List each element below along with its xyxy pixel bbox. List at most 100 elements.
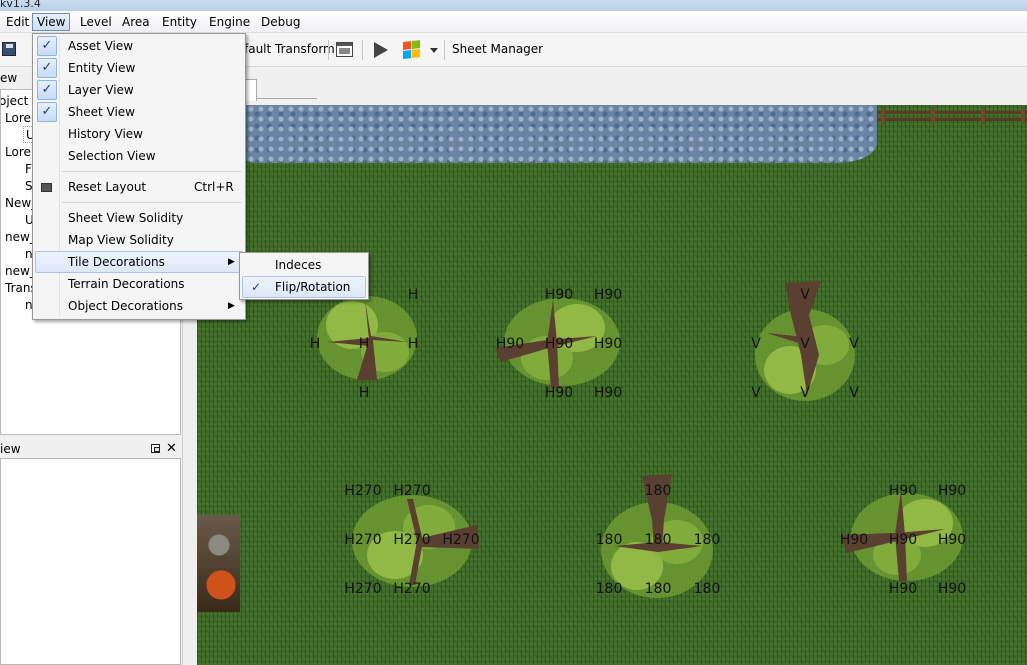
tile-decoration-label: V: [849, 385, 859, 401]
view-menu: ✓ Asset View ✓ Entity View ✓ Layer View …: [32, 33, 246, 320]
tile-decoration-label: V: [751, 336, 761, 352]
menu-item-label: Terrain Decorations: [68, 277, 185, 291]
menu-item-terrain-decorations[interactable]: Terrain Decorations: [35, 273, 243, 295]
menu-item-entity-view[interactable]: ✓ Entity View: [35, 57, 243, 79]
menubar: Edit View Level Area Entity Engine Debug: [0, 11, 1027, 33]
tile-decoration-label: H: [407, 287, 419, 303]
check-icon: ✓: [37, 58, 57, 78]
menu-entity[interactable]: Entity: [158, 13, 201, 31]
tile-decoration-label: H: [407, 336, 419, 352]
tile-decoration-label: V: [800, 385, 810, 401]
menu-area[interactable]: Area: [118, 13, 154, 31]
menu-engine[interactable]: Engine: [205, 13, 254, 31]
menu-edit[interactable]: Edit: [2, 13, 33, 31]
tile-decoration-label: H: [309, 336, 321, 352]
windows-logo-icon[interactable]: [403, 40, 421, 60]
window-icon[interactable]: [336, 42, 353, 57]
menu-item-history-view[interactable]: History View: [35, 123, 243, 145]
menu-item-label: Indeces: [275, 258, 322, 272]
reset-layout-icon: [41, 183, 52, 192]
toolbar-separator: [444, 40, 445, 60]
menu-item-object-decorations[interactable]: Object Decorations ▶: [35, 295, 243, 317]
menu-separator: [62, 202, 242, 203]
character-sprite: [197, 515, 240, 612]
menu-item-tile-decorations[interactable]: Tile Decorations ▶: [35, 251, 243, 273]
check-icon: ✓: [37, 80, 57, 100]
window-title: kv1.3.4: [0, 0, 41, 10]
tab-underline: [257, 98, 317, 99]
menu-item-reset-layout[interactable]: Reset Layout Ctrl+R: [35, 176, 243, 198]
tab-row: [183, 67, 1027, 105]
tile-decoration-label: H270: [344, 483, 382, 499]
menu-item-label: Object Decorations: [68, 299, 183, 313]
tile-decoration-label: 180: [693, 532, 721, 548]
tile-decoration-label: H90: [544, 287, 574, 303]
menu-debug[interactable]: Debug: [257, 13, 304, 31]
submenu-item-flip-rotation[interactable]: ✓ Flip/Rotation: [242, 276, 366, 298]
tree-item[interactable]: oject: [1, 93, 28, 109]
menu-item-label: Flip/Rotation: [275, 280, 351, 294]
tile-decoration-label: H: [358, 385, 370, 401]
menu-item-selection-view[interactable]: Selection View: [35, 145, 243, 167]
close-icon[interactable]: ✕: [166, 440, 177, 458]
water-tiles: [237, 105, 877, 163]
menu-item-label: Reset Layout: [68, 180, 147, 194]
tile-decoration-label: 180: [595, 581, 623, 597]
bottom-panel-title: iew: [0, 442, 21, 456]
tile-decoration-label: 180: [693, 581, 721, 597]
tile-decoration-label: H90: [544, 385, 574, 401]
tile-decoration-label: H270: [393, 483, 431, 499]
tile-decoration-label: H90: [888, 483, 918, 499]
menu-item-label: Sheet View Solidity: [68, 211, 184, 225]
fence: [877, 108, 1027, 124]
menu-view[interactable]: View: [32, 13, 71, 31]
play-icon[interactable]: [374, 42, 388, 58]
menu-separator: [62, 171, 242, 172]
sheet-manager-button[interactable]: Sheet Manager: [452, 40, 543, 58]
tile-decoration-label: V: [849, 336, 859, 352]
map-view[interactable]: H H H H H H90 H90 H90 H90 H90 H90 H90 V …: [197, 105, 1027, 665]
menu-item-asset-view[interactable]: ✓ Asset View: [35, 35, 243, 57]
tile-decoration-label: H90: [593, 287, 623, 303]
tile-decoration-label: H: [358, 336, 370, 352]
menu-item-shortcut: Ctrl+R: [194, 180, 234, 194]
tile-decoration-label: H90: [495, 336, 525, 352]
toolbar-separator: [362, 40, 363, 60]
tile-decoration-label: H90: [888, 581, 918, 597]
submenu-item-indeces[interactable]: Indeces: [242, 254, 366, 276]
tile-decoration-label: H90: [888, 532, 918, 548]
menu-item-layer-view[interactable]: ✓ Layer View: [35, 79, 243, 101]
menu-item-label: History View: [68, 127, 143, 141]
menu-item-sheet-view[interactable]: ✓ Sheet View: [35, 101, 243, 123]
float-icon[interactable]: [151, 444, 160, 453]
bottom-panel-header: iew ✕: [0, 440, 182, 458]
check-icon: ✓: [251, 280, 262, 294]
bottom-panel-body: [0, 458, 181, 665]
toolbar-separator: [328, 40, 329, 60]
tile-decoration-label: V: [751, 385, 761, 401]
menu-level[interactable]: Level: [76, 13, 116, 31]
save-icon[interactable]: [2, 42, 16, 56]
menu-item-label: Selection View: [68, 149, 156, 163]
tile-decoration-label: V: [800, 287, 810, 303]
tile-decoration-label: H90: [937, 581, 967, 597]
chevron-down-icon[interactable]: [430, 48, 438, 53]
tree-item[interactable]: F: [25, 161, 32, 177]
menu-item-label: Sheet View: [68, 105, 135, 119]
tile-decoration-label: 180: [595, 532, 623, 548]
menu-item-map-view-solidity[interactable]: Map View Solidity: [35, 229, 243, 251]
tile-decoration-label: H270: [344, 532, 382, 548]
tile-decoration-label: H90: [593, 385, 623, 401]
tile-decoration-label: 180: [644, 532, 672, 548]
bottom-left-panel: iew ✕: [0, 438, 182, 665]
tile-decoration-label: H90: [544, 336, 574, 352]
default-transform-button[interactable]: fault Transform: [244, 40, 335, 58]
menu-item-label: Map View Solidity: [68, 233, 174, 247]
menu-item-sheet-view-solidity[interactable]: Sheet View Solidity: [35, 207, 243, 229]
tile-decoration-label: H270: [393, 532, 431, 548]
submenu-arrow-icon: ▶: [228, 301, 235, 311]
tile-decoration-label: 180: [644, 483, 672, 499]
menu-item-label: Layer View: [68, 83, 134, 97]
tile-decoration-label: H90: [937, 483, 967, 499]
check-icon: ✓: [37, 36, 57, 56]
